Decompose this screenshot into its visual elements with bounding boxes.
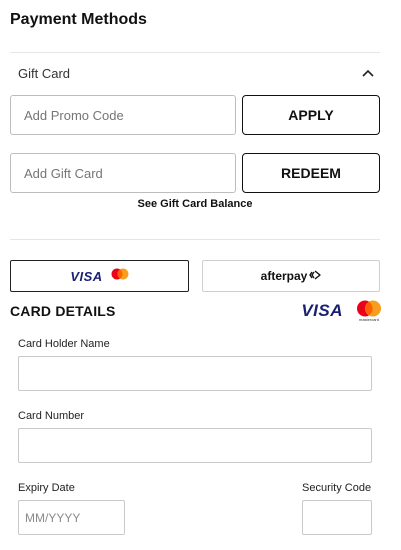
visa-icon: VISA <box>70 268 103 284</box>
redeem-button[interactable]: REDEEM <box>242 153 380 193</box>
section-divider <box>10 52 380 53</box>
card-number-input[interactable] <box>18 428 372 463</box>
gift-card-accordion-header[interactable]: Gift Card <box>10 58 380 88</box>
afterpay-icon <box>309 267 322 285</box>
security-code-label: Security Code <box>302 482 372 494</box>
visa-icon: VISA <box>301 301 343 320</box>
mastercard-icon: mastercard <box>356 300 382 322</box>
afterpay-payment-option[interactable]: afterpay <box>202 260 380 292</box>
card-payment-option[interactable]: VISA <box>10 260 189 292</box>
card-holder-name-input[interactable] <box>18 356 372 391</box>
afterpay-label: afterpay <box>260 269 308 283</box>
gift-card-input[interactable] <box>10 153 236 193</box>
gift-card-label: Gift Card <box>18 65 71 81</box>
expiry-date-label: Expiry Date <box>18 482 75 494</box>
gift-card-balance-link[interactable]: See Gift Card Balance <box>10 198 380 210</box>
apply-button[interactable]: APPLY <box>242 95 380 135</box>
promo-code-input[interactable] <box>10 95 236 135</box>
expiry-date-input[interactable] <box>18 500 125 535</box>
card-details-title: CARD DETAILS <box>10 303 116 319</box>
mastercard-icon <box>111 267 129 285</box>
card-number-label: Card Number <box>18 410 85 422</box>
chevron-up-icon[interactable] <box>356 61 380 85</box>
card-holder-name-label: Card Holder Name <box>18 338 110 350</box>
page-title: Payment Methods <box>10 11 147 28</box>
section-divider <box>10 239 380 240</box>
accepted-cards: VISA mastercard <box>301 300 382 322</box>
security-code-input[interactable] <box>302 500 372 535</box>
mastercard-wordmark: mastercard <box>358 317 379 322</box>
